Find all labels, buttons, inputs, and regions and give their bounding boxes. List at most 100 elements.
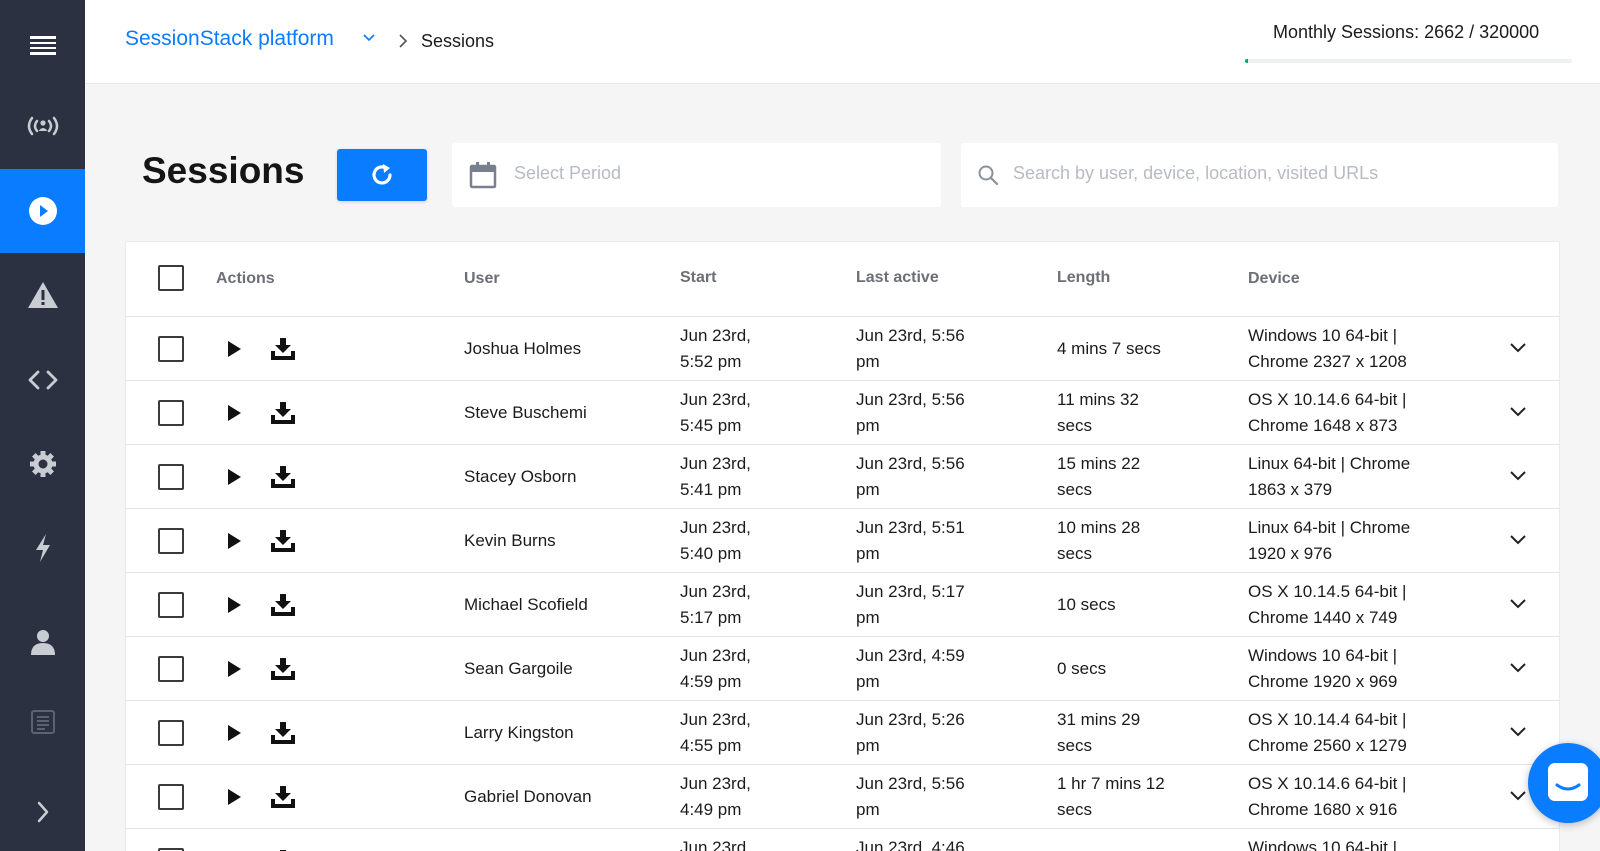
period-picker[interactable]	[452, 143, 941, 207]
lightning-icon	[35, 534, 50, 562]
chevron-down-icon[interactable]	[1509, 726, 1527, 738]
chevron-down-icon[interactable]	[1509, 406, 1527, 418]
device-line1: Linux 64-bit | Chrome	[1248, 454, 1411, 473]
last-active-suffix: pm	[856, 608, 880, 627]
device-line2: Chrome 1680 x 916	[1248, 800, 1398, 819]
period-input[interactable]	[514, 163, 914, 184]
table-row[interactable]: Joshua Holmes Jun 23rd, 5:52 pm Jun 23rd, 5…	[126, 317, 1559, 381]
column-last-active[interactable]: Last active	[856, 269, 939, 287]
length-line1: 10 mins 28	[1057, 518, 1141, 537]
chevron-down-icon[interactable]	[1509, 662, 1527, 674]
start-date: Jun 23rd,	[680, 518, 751, 537]
chevron-right-icon	[399, 34, 408, 48]
table-row[interactable]: Kevin Burns Jun 23rd, 5:40 pm Jun 23rd, 5:5…	[126, 509, 1559, 573]
row-checkbox[interactable]	[158, 592, 184, 618]
column-length[interactable]: Length	[1057, 269, 1110, 287]
download-icon[interactable]	[270, 401, 296, 425]
user-name[interactable]: Gabriel Donovan	[464, 784, 592, 810]
row-checkbox[interactable]	[158, 720, 184, 746]
download-icon[interactable]	[270, 657, 296, 681]
play-icon[interactable]	[226, 724, 242, 742]
row-checkbox[interactable]	[158, 336, 184, 362]
row-checkbox[interactable]	[158, 784, 184, 810]
refresh-button[interactable]	[337, 149, 427, 201]
chevron-down-icon[interactable]	[1509, 470, 1527, 482]
user-name[interactable]: Steve Buschemi	[464, 400, 587, 426]
length-line2: secs	[1057, 416, 1092, 435]
row-checkbox[interactable]	[158, 656, 184, 682]
download-icon[interactable]	[270, 529, 296, 553]
device-line1: OS X 10.14.4 64-bit |	[1248, 710, 1407, 729]
sidebar-item-code[interactable]	[0, 338, 85, 422]
sidebar-item-errors[interactable]	[0, 253, 85, 337]
play-icon[interactable]	[226, 660, 242, 678]
play-icon[interactable]	[226, 788, 242, 806]
chevron-down-icon[interactable]	[1509, 790, 1527, 802]
last-active-suffix: pm	[856, 672, 880, 691]
chevron-down-icon[interactable]	[1509, 534, 1527, 546]
user-name[interactable]: Kevin Burns	[464, 528, 556, 554]
play-icon[interactable]	[226, 404, 242, 422]
table-row[interactable]: Larry Kingston Jun 23rd, 4:55 pm Jun 23rd, …	[126, 701, 1559, 765]
project-selector[interactable]: SessionStack platform	[125, 27, 334, 51]
device-line1: OS X 10.14.6 64-bit |	[1248, 390, 1407, 409]
start-date: Jun 23rd,	[680, 326, 751, 345]
user-name[interactable]: Larry Kingston	[464, 720, 574, 746]
chevron-down-icon[interactable]	[1509, 342, 1527, 354]
chat-launcher-button[interactable]	[1528, 743, 1600, 823]
start-time: 5:41 pm	[680, 480, 742, 499]
last-active-date: Jun 23rd, 5:17	[856, 582, 965, 601]
last-active-date: Jun 23rd, 5:51	[856, 518, 965, 537]
table-row[interactable]: Sean Gargoile Jun 23rd, 4:59 pm Jun 23rd, 4…	[126, 637, 1559, 701]
column-user[interactable]: User	[464, 270, 500, 288]
row-checkbox[interactable]	[158, 464, 184, 490]
column-start[interactable]: Start	[680, 269, 716, 287]
table-row[interactable]: Gabriel Donovan Jun 23rd, 4:49 pm Jun 23rd,…	[126, 765, 1559, 829]
user-name[interactable]: Michael Scofield	[464, 592, 588, 618]
search-box[interactable]	[961, 143, 1558, 207]
play-icon[interactable]	[226, 468, 242, 486]
document-icon	[30, 710, 55, 734]
monthly-sessions-progress-fill	[1245, 59, 1248, 63]
table-row[interactable]: Stacey Osborn Jun 23rd, 5:41 pm Jun 23rd, 5…	[126, 445, 1559, 509]
user-name[interactable]: Sean Gargoile	[464, 656, 573, 682]
start-date: Jun 23rd,	[680, 710, 751, 729]
download-icon[interactable]	[270, 785, 296, 809]
start-date: Jun 23rd,	[680, 838, 751, 851]
sidebar-item-live[interactable]	[0, 84, 85, 168]
row-checkbox[interactable]	[158, 528, 184, 554]
sidebar-item-users[interactable]	[0, 600, 85, 684]
top-header: SessionStack platform Sessions Monthly S…	[85, 0, 1600, 84]
search-icon	[978, 165, 999, 186]
sidebar-menu-button[interactable]	[0, 4, 85, 88]
last-active-suffix: pm	[856, 416, 880, 435]
row-checkbox[interactable]	[158, 400, 184, 426]
sidebar-expand-button[interactable]	[0, 770, 85, 851]
table-row[interactable]: Michael Scofield Jun 23rd, 5:17 pm Jun 23rd…	[126, 573, 1559, 637]
device-line1: OS X 10.14.5 64-bit |	[1248, 582, 1407, 601]
user-name[interactable]: Stacey Osborn	[464, 464, 576, 490]
sidebar-item-settings[interactable]	[0, 422, 85, 506]
play-icon[interactable]	[226, 596, 242, 614]
download-icon[interactable]	[270, 337, 296, 361]
download-icon[interactable]	[270, 465, 296, 489]
last-active-suffix: pm	[856, 480, 880, 499]
refresh-icon	[372, 164, 392, 185]
chevron-down-icon[interactable]	[362, 33, 376, 43]
select-all-checkbox[interactable]	[158, 265, 184, 291]
column-device[interactable]: Device	[1248, 270, 1300, 288]
play-icon[interactable]	[226, 340, 242, 358]
table-row[interactable]: Steve Buschemi Jun 23rd, 5:45 pm Jun 23rd, …	[126, 381, 1559, 445]
download-icon[interactable]	[270, 721, 296, 745]
sidebar-item-integrations[interactable]	[0, 506, 85, 590]
download-icon[interactable]	[270, 593, 296, 617]
table-row[interactable]: Jun 23rd, Jun 23rd, 4:46 Windows 10 64-bit…	[126, 829, 1559, 851]
sidebar-item-sessions[interactable]	[0, 169, 85, 253]
last-active-suffix: pm	[856, 736, 880, 755]
search-input[interactable]	[1013, 163, 1543, 184]
user-name[interactable]: Joshua Holmes	[464, 336, 581, 362]
chat-icon	[1548, 763, 1588, 801]
sidebar-item-docs[interactable]	[0, 680, 85, 764]
play-icon[interactable]	[226, 532, 242, 550]
chevron-down-icon[interactable]	[1509, 598, 1527, 610]
